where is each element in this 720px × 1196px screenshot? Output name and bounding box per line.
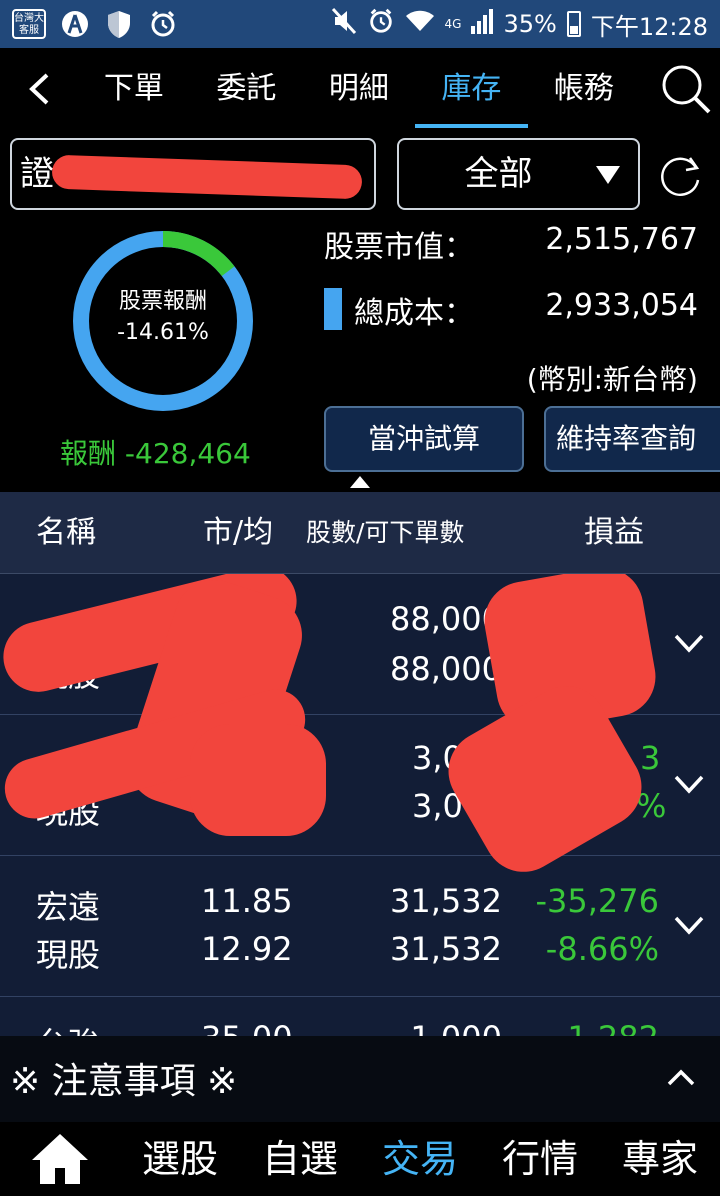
chevron-down-icon[interactable] [672,767,706,801]
row-shares: 31,532 [390,882,502,920]
shield-icon [104,9,134,39]
nav-watchlist[interactable]: 自選 [240,1122,360,1196]
refresh-button[interactable] [656,152,704,200]
redaction-scribble [190,724,326,836]
portfolio-summary: 股票報酬 -14.61% 報酬 -428,464 股票市值： 2,515,767… [0,220,720,492]
network-label: 4G [444,17,462,31]
home-icon [32,1134,88,1184]
row-market-price: 35.00 [201,1019,293,1036]
chevron-down-icon[interactable] [672,626,706,660]
header-shares: 股數/可下單數 [306,518,465,547]
row-market-price: 11.85 [201,882,293,920]
row-stock-name: 宏遠 [36,888,101,926]
table-row[interactable]: 宏遠 現股 11.85 12.92 31,532 31,532 -35,276 … [0,856,720,997]
table-row[interactable]: 台強 35.00 1,000 -1,282 [0,997,720,1036]
home-button[interactable] [0,1122,120,1196]
wifi-icon [405,9,435,39]
reward-label: 報酬 [60,437,117,470]
search-button[interactable] [652,48,720,130]
notice-bar[interactable]: ※ 注意事項 ※ [0,1036,720,1122]
alarm-icon [367,7,395,41]
search-icon [662,65,711,114]
row-pnl-percent: -8.66% [545,930,659,968]
nav-experts[interactable]: 專家 [600,1122,720,1196]
reward-value: -428,464 [124,437,251,470]
total-cost-label: 總成本： [354,296,474,331]
battery-percent: 35% [503,10,557,38]
redaction-scribble [51,154,363,200]
tab-details[interactable]: 明細 [303,48,416,130]
reward-row: 報酬 -428,464 [60,432,251,472]
status-time: 下午12:28 [590,12,708,41]
filter-row: 證 全部 [0,130,720,220]
row-pnl: 3 [640,739,661,777]
mute-icon [331,7,357,41]
row-pnl: -35,276 [535,882,659,920]
nav-stock-picker[interactable]: 選股 [120,1122,240,1196]
top-nav: 下單 委託 明細 庫存 帳務 [0,48,720,130]
market-value-label: 股票市值： [324,230,474,265]
back-button[interactable] [0,48,78,130]
header-name: 名稱 [36,515,96,550]
cost-legend-swatch [324,288,342,330]
header-price-avg: 市/均 [203,515,274,550]
status-bar: 台灣大 客服 4G 35% 下午12:28 [0,0,720,48]
tab-accounts[interactable]: 帳務 [528,48,641,130]
row-stock-name: 台強 [36,1019,100,1036]
holdings-table-header: 名稱 市/均 股數/可下單數 損益 [0,492,720,574]
account-select[interactable]: 證 [10,138,376,210]
tab-order[interactable]: 下單 [78,48,191,130]
header-pnl: 損益 [584,515,644,550]
caret-down-icon [596,166,620,184]
bottom-nav: 選股 自選 交易 行情 專家 [0,1122,720,1196]
daytrade-calc-button[interactable]: 當沖試算 [324,406,524,472]
pointer-icon [350,476,370,488]
total-cost: 2,933,054 [545,288,698,323]
chevron-down-icon[interactable] [672,908,706,942]
margin-ratio-button[interactable]: 維持率查詢 [544,406,720,472]
app-logo-icon [60,9,90,39]
donut-title: 股票報酬 [118,289,207,314]
row-shares: 1,000 [410,1019,502,1036]
row-orderable: 31,532 [390,930,502,968]
chevron-up-icon[interactable] [664,1064,698,1092]
app-badge-icon: 台灣大 客服 [12,9,46,39]
tab-entrust[interactable]: 委託 [190,48,303,130]
holdings-list: 現股 88,000 88,000 現股 3,0 3,0 3 % 宏遠 現股 11… [0,574,720,1036]
category-select[interactable]: 全部 [397,138,640,210]
account-prefix: 證 [20,154,54,194]
currency-note: (幣別:新台幣) [526,363,698,396]
donut-value: -14.61% [117,320,209,345]
category-value: 全部 [464,154,533,194]
tab-inventory[interactable]: 庫存 [415,48,528,130]
row-orderable: 88,000 [390,650,502,688]
market-value: 2,515,767 [545,222,698,257]
row-pnl: -1,282 [556,1019,659,1036]
battery-icon [566,11,581,37]
alarm-app-icon [148,9,178,39]
nav-trade[interactable]: 交易 [360,1122,480,1196]
signal-icon [471,8,494,40]
nav-quotes[interactable]: 行情 [480,1122,600,1196]
refresh-icon [661,157,700,197]
notice-label: ※ 注意事項 ※ [10,1061,238,1102]
row-avg-price: 12.92 [201,930,293,968]
chevron-left-icon [28,73,49,105]
row-type: 現股 [36,936,101,974]
